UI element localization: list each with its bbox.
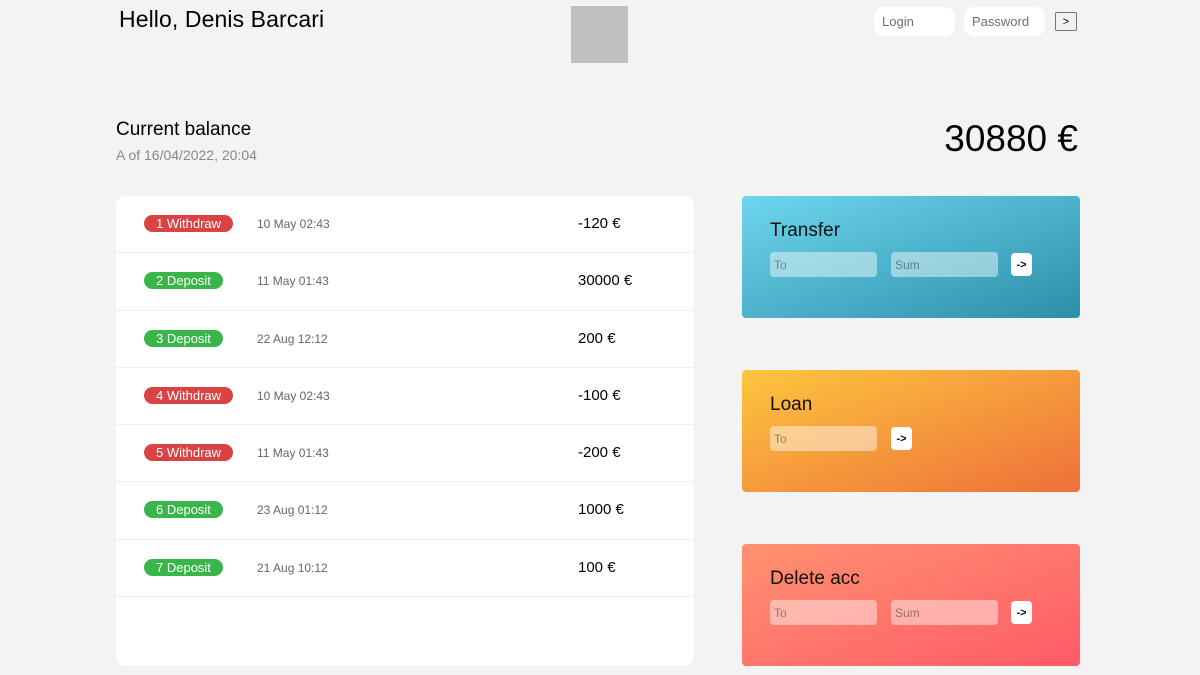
login-button[interactable]: >	[1055, 12, 1077, 31]
movements-list: 1 Withdraw 10 May 02:43 -120 € 2 Deposit…	[116, 196, 694, 666]
loan-panel: Loan ->	[742, 370, 1080, 492]
delete-account-title: Delete acc	[770, 568, 860, 589]
movement-date: 22 Aug 12:12	[257, 331, 328, 346]
movement-date: 11 May 01:43	[257, 446, 329, 461]
movement-row: 2 Deposit 11 May 01:43 30000 €	[116, 253, 694, 311]
movement-row: 4 Withdraw 10 May 02:43 -100 €	[116, 368, 694, 426]
movement-row: 1 Withdraw 10 May 02:43 -120 €	[116, 196, 694, 254]
movement-type-badge: 2 Deposit	[144, 272, 223, 290]
transfer-submit-button[interactable]: ->	[1011, 253, 1032, 276]
movement-value: -120 €	[578, 215, 621, 232]
password-input[interactable]	[964, 7, 1045, 36]
movement-row: 6 Deposit 23 Aug 01:12 1000 €	[116, 482, 694, 540]
movement-date: 23 Aug 01:12	[257, 503, 328, 518]
movement-date: 11 May 01:43	[257, 274, 329, 289]
balance-label: Current balance	[116, 119, 252, 140]
movement-row: 7 Deposit 21 Aug 10:12 100 €	[116, 540, 694, 598]
logo	[571, 6, 628, 63]
movement-type-badge: 4 Withdraw	[144, 386, 234, 404]
delete-account-sum-input[interactable]	[891, 600, 998, 625]
movement-value: 30000 €	[578, 272, 633, 290]
movement-type-badge: 6 Deposit	[144, 501, 223, 519]
greeting: Hello, Denis Barcari	[119, 6, 325, 32]
loan-to-input[interactable]	[770, 426, 877, 451]
transfer-title: Transfer	[770, 220, 841, 241]
login-input[interactable]	[874, 7, 955, 36]
transfer-panel: Transfer ->	[742, 196, 1080, 318]
movement-value: 100 €	[578, 558, 616, 576]
movement-row: 3 Deposit 22 Aug 12:12 200 €	[116, 311, 694, 368]
movement-type-badge: 3 Deposit	[144, 329, 223, 347]
delete-account-to-input[interactable]	[770, 600, 877, 625]
movement-date: 10 May 02:43	[257, 388, 330, 403]
movement-date: 10 May 02:43	[257, 217, 330, 231]
transfer-sum-input[interactable]	[891, 252, 998, 277]
balance-value: 30880 €	[944, 118, 1078, 159]
transfer-to-input[interactable]	[770, 252, 877, 277]
movement-type-badge: 5 Withdraw	[144, 444, 234, 462]
loan-title: Loan	[770, 394, 813, 415]
movement-type-badge: 1 Withdraw	[144, 215, 234, 232]
movement-type-badge: 7 Deposit	[144, 558, 223, 576]
delete-account-panel: Delete acc ->	[742, 544, 1080, 666]
movement-value: 200 €	[578, 329, 616, 347]
movement-row: 5 Withdraw 11 May 01:43 -200 €	[116, 425, 694, 483]
balance-date: A of 16/04/2022, 20:04	[116, 147, 257, 163]
movement-value: 1000 €	[578, 501, 624, 519]
movement-value: -100 €	[578, 386, 621, 404]
movement-date: 21 Aug 10:12	[257, 560, 328, 575]
delete-account-submit-button[interactable]: ->	[1011, 601, 1032, 624]
movement-value: -200 €	[578, 444, 621, 462]
loan-submit-button[interactable]: ->	[891, 427, 912, 450]
